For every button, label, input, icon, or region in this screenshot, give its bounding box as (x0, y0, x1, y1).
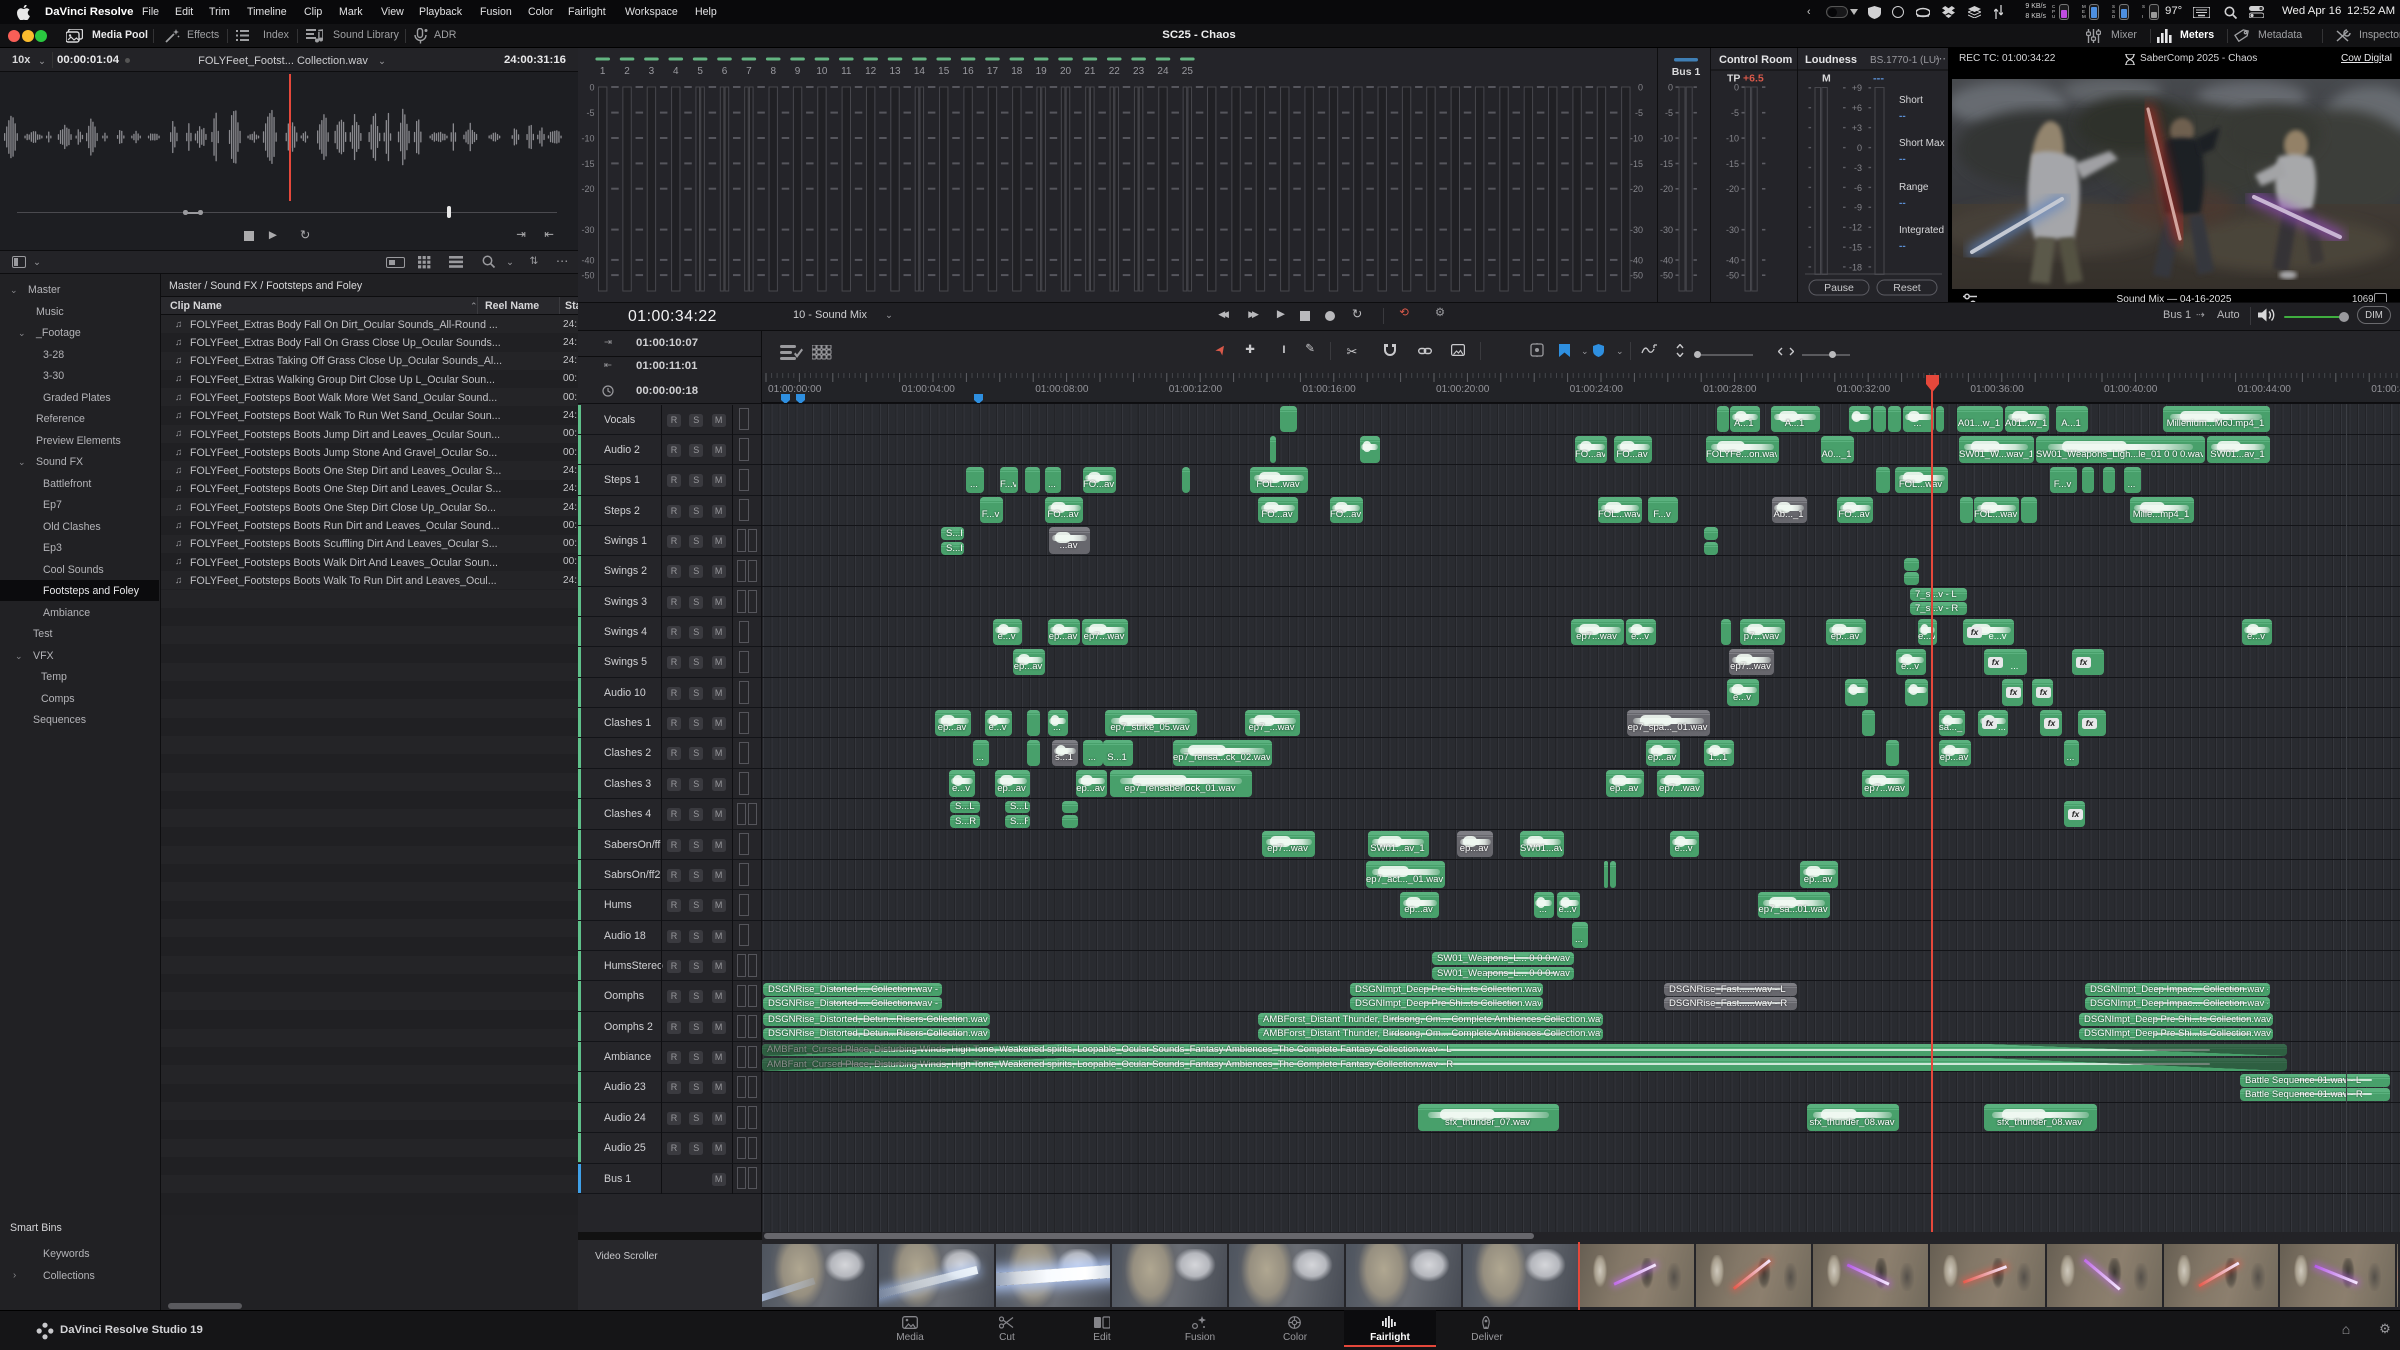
svg-text:12: 12 (865, 66, 877, 77)
svg-text:2: 2 (624, 66, 630, 77)
svg-text:-5: -5 (1731, 108, 1739, 118)
svg-text:-12: -12 (1849, 223, 1862, 233)
svg-text:11: 11 (841, 66, 852, 77)
svg-text:+6.5: +6.5 (1743, 73, 1764, 85)
svg-text:-50: -50 (1726, 271, 1739, 281)
svg-text:10: 10 (816, 66, 828, 77)
svg-text:-50: -50 (1660, 271, 1673, 281)
svg-text:-15: -15 (1726, 159, 1739, 169)
svg-text:-6: -6 (1854, 183, 1862, 193)
svg-text:+6: +6 (1852, 103, 1862, 113)
svg-text:Pause: Pause (1824, 282, 1854, 294)
svg-text:4: 4 (673, 66, 679, 77)
svg-text:M: M (1822, 73, 1831, 85)
svg-text:14: 14 (914, 66, 926, 77)
svg-text:-50: -50 (1630, 271, 1643, 281)
svg-text:-30: -30 (1660, 225, 1673, 235)
svg-text:-30: -30 (581, 225, 594, 235)
svg-text:-10: -10 (1726, 134, 1739, 144)
svg-text:-30: -30 (1630, 225, 1643, 235)
svg-text:20: 20 (1060, 66, 1072, 77)
svg-text:16: 16 (963, 66, 975, 77)
svg-text:19: 19 (1036, 66, 1048, 77)
svg-text:8: 8 (770, 66, 776, 77)
svg-text:-18: -18 (1849, 262, 1862, 272)
svg-text:Range: Range (1899, 182, 1929, 193)
svg-text:17: 17 (987, 66, 999, 77)
svg-text:-3: -3 (1854, 163, 1862, 173)
svg-text:-5: -5 (1635, 108, 1643, 118)
svg-text:Loudness: Loudness (1805, 54, 1857, 66)
svg-text:-10: -10 (1630, 134, 1643, 144)
svg-text:-20: -20 (1660, 184, 1673, 194)
svg-text:-10: -10 (1660, 134, 1673, 144)
svg-text:-40: -40 (1630, 255, 1643, 265)
svg-text:Integrated: Integrated (1899, 225, 1944, 236)
svg-text:Bus 1: Bus 1 (1672, 66, 1701, 78)
svg-text:23: 23 (1133, 66, 1145, 77)
svg-text:Short Max: Short Max (1899, 138, 1945, 149)
svg-text:-40: -40 (1726, 255, 1739, 265)
svg-text:15: 15 (938, 66, 950, 77)
svg-text:BS.1770-1 (LU): BS.1770-1 (LU) (1870, 55, 1939, 66)
svg-text:13: 13 (889, 66, 901, 77)
svg-text:Reset: Reset (1893, 282, 1921, 294)
svg-text:-5: -5 (586, 108, 594, 118)
svg-text:-20: -20 (1630, 184, 1643, 194)
svg-text:6: 6 (722, 66, 728, 77)
svg-text:+3: +3 (1852, 123, 1862, 133)
svg-text:24: 24 (1157, 66, 1169, 77)
svg-text:-15: -15 (581, 159, 594, 169)
svg-text:-30: -30 (1726, 225, 1739, 235)
svg-text:21: 21 (1084, 66, 1096, 77)
svg-text:--: -- (1899, 198, 1906, 209)
svg-text:-15: -15 (1660, 159, 1673, 169)
svg-text:0: 0 (1857, 143, 1862, 153)
svg-text:⋯: ⋯ (1935, 53, 1946, 65)
svg-text:25: 25 (1182, 66, 1194, 77)
svg-text:9: 9 (795, 66, 801, 77)
svg-text:22: 22 (1109, 66, 1121, 77)
svg-text:18: 18 (1011, 66, 1023, 77)
svg-text:--: -- (1899, 154, 1906, 165)
svg-text:+9: +9 (1852, 83, 1862, 93)
svg-text:7: 7 (746, 66, 752, 77)
svg-text:-9: -9 (1854, 203, 1862, 213)
svg-text:-40: -40 (581, 255, 594, 265)
svg-text:0: 0 (1668, 83, 1673, 93)
svg-text:-15: -15 (1630, 159, 1643, 169)
svg-text:--: -- (1899, 111, 1906, 122)
svg-text:0: 0 (589, 83, 594, 93)
svg-text:-40: -40 (1660, 255, 1673, 265)
svg-text:---: --- (1873, 73, 1884, 85)
svg-text:--: -- (1899, 241, 1906, 252)
svg-text:3: 3 (649, 66, 655, 77)
svg-text:-10: -10 (581, 134, 594, 144)
svg-text:-15: -15 (1849, 243, 1862, 253)
svg-text:-50: -50 (581, 271, 594, 281)
svg-text:-5: -5 (1665, 108, 1673, 118)
svg-text:0: 0 (1638, 83, 1643, 93)
svg-text:-20: -20 (581, 184, 594, 194)
svg-text:Control Room: Control Room (1719, 54, 1793, 66)
svg-text:-20: -20 (1726, 184, 1739, 194)
svg-text:Short: Short (1899, 95, 1923, 106)
svg-text:0: 0 (1734, 83, 1739, 93)
svg-text:5: 5 (697, 66, 703, 77)
svg-text:1: 1 (600, 66, 606, 77)
